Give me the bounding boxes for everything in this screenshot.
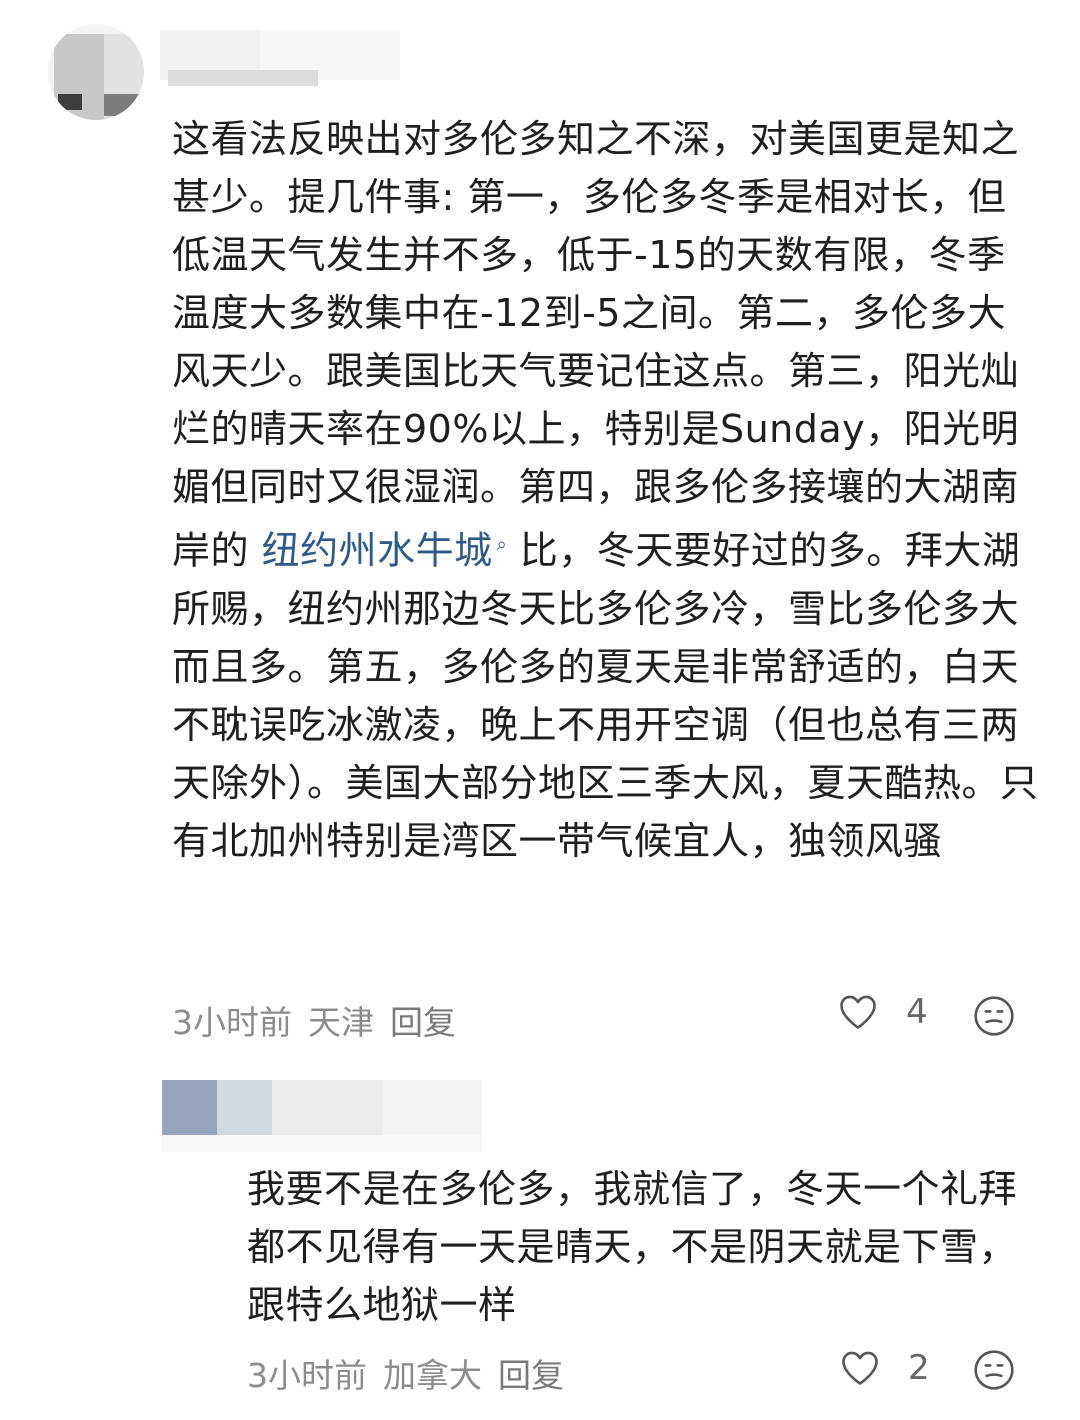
username-blurred[interactable]	[160, 30, 400, 90]
comment-text-part-1: 这看法反映出对多伦多知之不深，对美国更是知之甚少。提几件事: 第一，多伦多冬季是…	[172, 117, 1020, 573]
search-icon[interactable]: ⌕	[497, 516, 508, 574]
like-button[interactable]: 2	[838, 1346, 930, 1390]
location: 天津	[308, 1003, 374, 1042]
like-count: 4	[906, 992, 928, 1032]
emoji-face-icon[interactable]	[972, 1348, 1016, 1392]
search-link[interactable]: 纽约州水牛城	[262, 529, 493, 573]
emoji-face-icon[interactable]	[972, 994, 1016, 1038]
reply-button[interactable]: 回复	[498, 1349, 564, 1397]
like-count: 2	[908, 1348, 930, 1388]
reply-button[interactable]: 回复	[390, 996, 456, 1044]
like-button[interactable]: 4	[836, 990, 928, 1034]
comment-text-part-2: 比，冬天要好过的多。拜大湖所赐，纽约州那边冬天比多伦多冷，雪比多伦多大而且多。第…	[172, 528, 1039, 863]
avatar[interactable]	[48, 24, 144, 120]
avatar-blurred[interactable]	[162, 1080, 482, 1152]
heart-outline-icon	[840, 995, 876, 1029]
location: 加拿大	[383, 1356, 482, 1395]
comment-text: 这看法反映出对多伦多知之不深，对美国更是知之甚少。提几件事: 第一，多伦多冬季是…	[172, 110, 1042, 870]
reply-text: 我要不是在多伦多，我就信了，冬天一个礼拜都不见得有一天是晴天，不是阴天就是下雪，…	[247, 1167, 1018, 1327]
timestamp: 3小时前	[172, 1003, 292, 1042]
comment-meta: 3小时前 天津 回复	[172, 995, 472, 1045]
timestamp: 3小时前	[247, 1356, 367, 1395]
heart-outline-icon	[842, 1351, 878, 1385]
reply-meta: 3小时前 加拿大 回复	[247, 1348, 580, 1398]
